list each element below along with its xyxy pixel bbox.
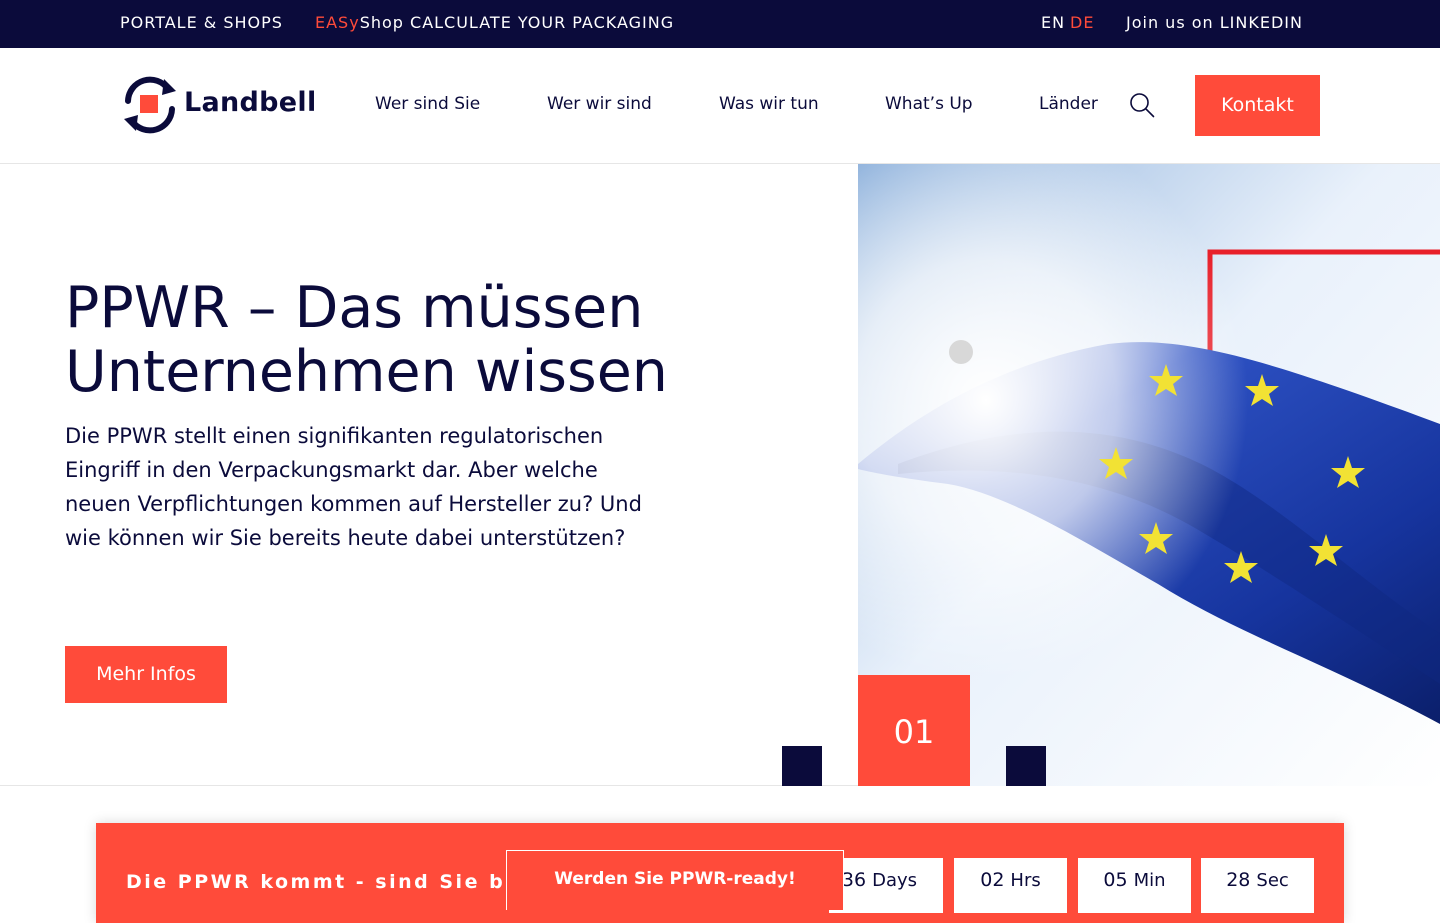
easyshop-link[interactable]: EASyShop CALCULATE YOUR PACKAGING <box>315 0 674 48</box>
ppwr-ready-button[interactable]: Werden Sie PPWR-ready! <box>506 850 844 910</box>
logo-wordmark: Landbell <box>184 87 317 118</box>
minutes-unit: Min <box>1133 870 1166 891</box>
nav-laender[interactable]: Länder <box>1039 92 1106 116</box>
mehr-infos-button[interactable]: Mehr Infos <box>65 646 227 703</box>
countdown-text: Die PPWR kommt - sind Sie b <box>126 871 506 893</box>
seconds-unit: Sec <box>1256 870 1289 891</box>
hours-value: 02 <box>980 869 1005 891</box>
countdown-seconds: 28 Sec <box>1201 858 1314 913</box>
nav-whats-up[interactable]: What’s Up <box>885 92 981 116</box>
days-value: 36 <box>841 869 867 891</box>
nav-label: Wer wir sind <box>547 94 652 114</box>
nav-label: What’s Up <box>885 94 973 114</box>
linkedin-link[interactable]: Join us on LINKEDIN <box>1126 0 1303 48</box>
nav-wer-sind-sie[interactable]: Wer sind Sie <box>375 92 488 116</box>
ppwr-countdown-banner: Die PPWR kommt - sind Sie b Werden Sie P… <box>96 823 1344 923</box>
next-slide-button[interactable] <box>1006 746 1046 786</box>
easy-rest: Shop CALCULATE YOUR PACKAGING <box>359 13 675 32</box>
nav-label: Länder <box>1039 94 1098 114</box>
lang-de-link[interactable]: DE <box>1070 0 1094 48</box>
lang-en-link[interactable]: EN <box>1041 0 1065 48</box>
hero-slider: PPWR – Das müssen Unternehmen wissen Die… <box>0 164 1440 786</box>
nav-wer-wir-sind[interactable]: Wer wir sind <box>547 92 660 116</box>
days-unit: Days <box>872 870 917 891</box>
main-header: Landbell Wer sind Sie Wer wir sind Was w… <box>0 48 1440 164</box>
nav-was-wir-tun[interactable]: Was wir tun <box>719 92 827 116</box>
easy-prefix: EASy <box>315 13 360 32</box>
landbell-logo-icon <box>124 76 176 134</box>
minutes-value: 05 <box>1103 869 1128 891</box>
countdown-minutes: 05 Min <box>1078 858 1191 913</box>
nav-label: Was wir tun <box>719 94 819 114</box>
hero-title: PPWR – Das müssen Unternehmen wissen <box>65 275 668 405</box>
portale-shops-link[interactable]: PORTALE & SHOPS <box>120 0 283 48</box>
top-bar: PORTALE & SHOPS EASyShop CALCULATE YOUR … <box>0 0 1440 48</box>
prev-slide-button[interactable] <box>782 746 822 786</box>
countdown-days: 36 Days <box>829 858 943 913</box>
seconds-value: 28 <box>1226 869 1251 891</box>
kontakt-button[interactable]: Kontakt <box>1195 75 1320 136</box>
slide-number: 01 <box>858 675 970 786</box>
hero-text: Die PPWR stellt einen signifikanten regu… <box>65 424 642 550</box>
search-icon[interactable] <box>1129 92 1155 118</box>
nav-label: Wer sind Sie <box>375 94 481 114</box>
landbell-logo[interactable]: Landbell <box>120 75 316 135</box>
hours-unit: Hrs <box>1010 870 1041 891</box>
countdown-hours: 02 Hrs <box>954 858 1067 913</box>
